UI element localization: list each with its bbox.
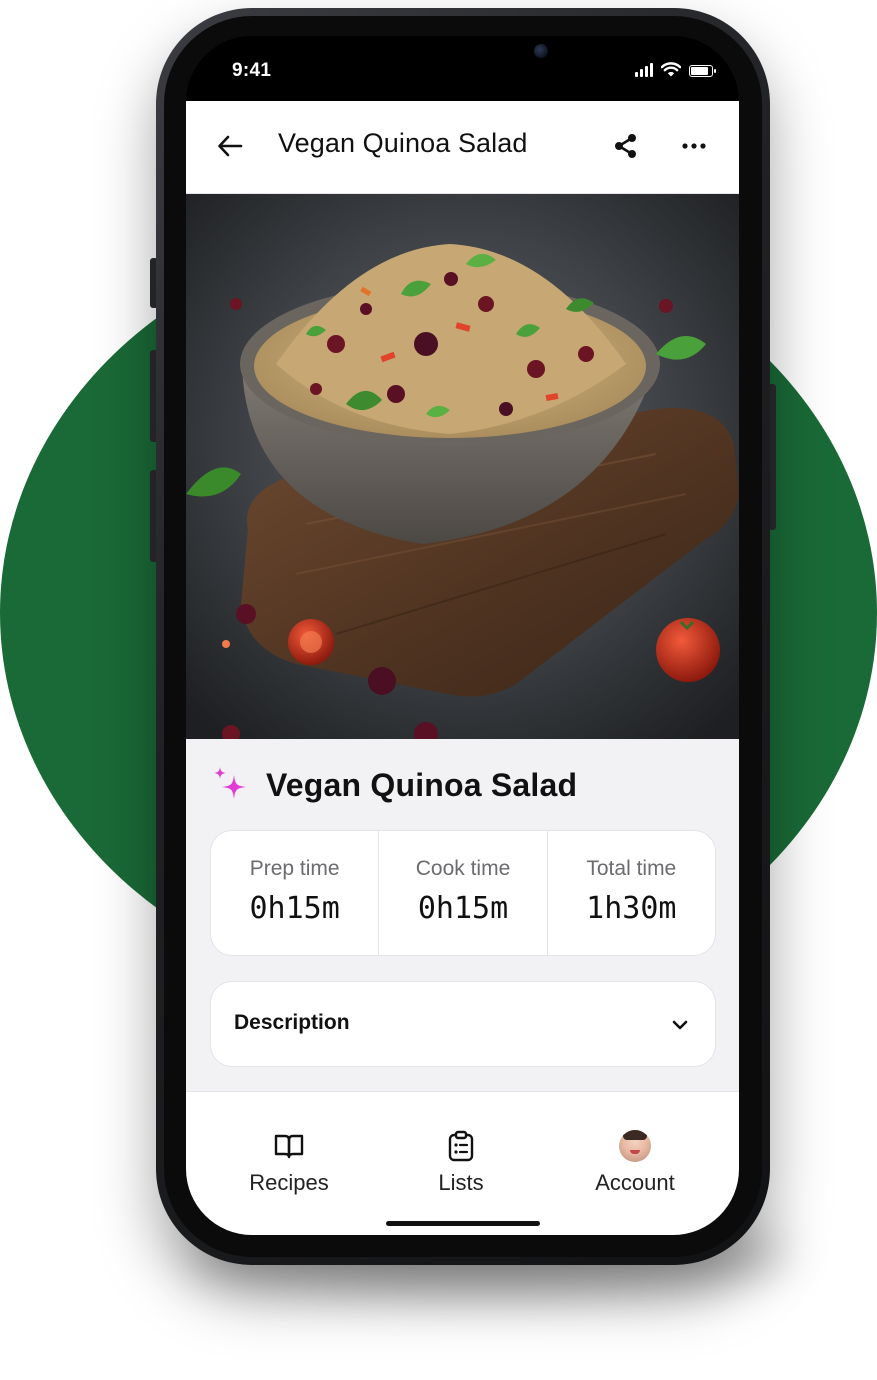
- cook-time-label: Cook time: [415, 857, 511, 880]
- signal-icon: [635, 63, 653, 77]
- prep-time-cell: Prep time 0h15m: [211, 831, 380, 955]
- account-avatar: [619, 1130, 651, 1162]
- battery-icon: [689, 65, 716, 77]
- recipe-hero-image: [186, 194, 739, 739]
- header-title: Vegan Quinoa Salad: [278, 128, 528, 158]
- cook-time-cell: Cook time 0h15m: [379, 831, 548, 955]
- promo-stage: 9:41 Vegan Quinoa Salad Vegan Quinoa Sal…: [0, 0, 877, 1380]
- status-bar: 9:41: [186, 36, 739, 101]
- recipe-title-row: Vegan Quinoa Salad: [210, 763, 577, 807]
- home-indicator: [386, 1221, 540, 1226]
- wifi-icon: [661, 62, 681, 77]
- status-time: 9:41: [232, 60, 272, 81]
- tab-lists-label: Lists: [438, 1170, 484, 1195]
- front-camera: [534, 44, 548, 58]
- quinoa-bowl-illustration: [186, 194, 739, 739]
- phone-screen: 9:41 Vegan Quinoa Salad Vegan Quinoa Sal…: [186, 36, 739, 1235]
- total-time-cell: Total time 1h30m: [548, 831, 715, 955]
- clipboard-list-icon: [445, 1130, 477, 1162]
- bottom-tab-bar: Recipes Lists Account: [186, 1091, 739, 1235]
- tab-lists[interactable]: Lists: [415, 1130, 507, 1196]
- recipe-details: Vegan Quinoa Salad Prep time 0h15m Cook …: [186, 739, 739, 1091]
- tab-account-label: Account: [595, 1170, 675, 1195]
- book-icon: [273, 1130, 305, 1162]
- battery-level: [691, 67, 709, 75]
- recipe-title: Vegan Quinoa Salad: [266, 766, 578, 803]
- status-icons: [635, 61, 716, 77]
- description-label: Description: [234, 1011, 350, 1034]
- tab-recipes[interactable]: Recipes: [241, 1130, 337, 1196]
- total-time-label: Total time: [586, 857, 677, 880]
- avatar: [619, 1130, 651, 1162]
- sparkle-icon: [214, 767, 246, 799]
- time-summary-card: Prep time 0h15m Cook time 0h15m Total ti…: [210, 830, 716, 956]
- description-accordion[interactable]: Description: [210, 981, 716, 1067]
- app-header: Vegan Quinoa Salad: [186, 101, 739, 194]
- dynamic-island: [348, 36, 578, 84]
- tab-recipes-label: Recipes: [249, 1170, 329, 1195]
- share-icon[interactable]: [612, 132, 640, 160]
- tab-account[interactable]: Account: [580, 1130, 690, 1196]
- total-time-value: 1h30m: [586, 891, 677, 926]
- chevron-down-icon[interactable]: [669, 1014, 691, 1036]
- prep-time-value: 0h15m: [249, 891, 340, 926]
- more-horizontal-icon[interactable]: [680, 132, 708, 160]
- prep-time-label: Prep time: [249, 857, 340, 880]
- cook-time-value: 0h15m: [417, 891, 509, 926]
- back-arrow-icon[interactable]: [216, 132, 244, 160]
